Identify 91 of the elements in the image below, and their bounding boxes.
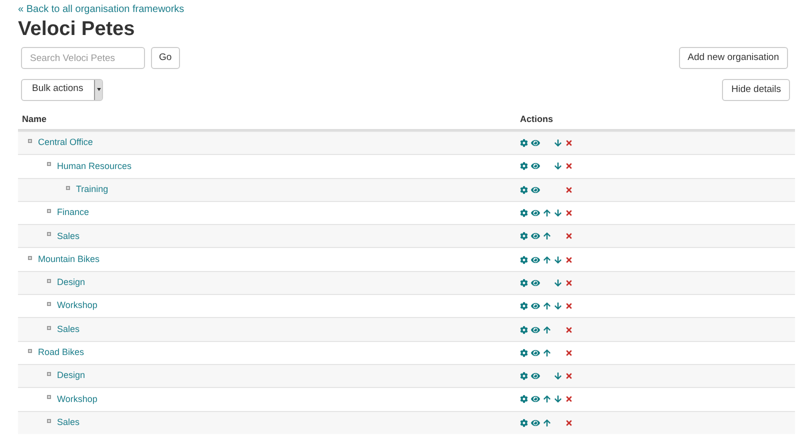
organisation-link[interactable]: Design bbox=[57, 369, 86, 383]
tree-node-icon bbox=[47, 278, 51, 283]
go-button[interactable]: Go bbox=[151, 47, 180, 69]
eye-icon[interactable] bbox=[531, 139, 540, 148]
arrow-up-icon[interactable] bbox=[543, 209, 551, 218]
organisation-link[interactable]: Central Office bbox=[38, 136, 93, 150]
arrow-up-icon[interactable] bbox=[543, 418, 551, 427]
organisation-link[interactable]: Human Resources bbox=[57, 160, 132, 174]
arrow-down-icon[interactable] bbox=[554, 278, 562, 287]
back-link[interactable]: « Back to all organisation frameworks bbox=[18, 3, 786, 17]
organisation-link[interactable]: Road Bikes bbox=[38, 346, 84, 360]
arrow-up-icon[interactable] bbox=[543, 302, 551, 310]
eye-icon[interactable] bbox=[531, 162, 540, 170]
settings-icon[interactable] bbox=[520, 278, 528, 287]
column-header: Name bbox=[21, 112, 48, 126]
delete-icon[interactable] bbox=[565, 372, 573, 380]
settings-icon[interactable] bbox=[520, 302, 528, 310]
organisation-link[interactable]: Sales bbox=[57, 416, 80, 430]
settings-icon[interactable] bbox=[520, 372, 528, 380]
arrow-down-icon[interactable] bbox=[554, 372, 562, 380]
organisation-link[interactable]: Workshop bbox=[57, 299, 98, 313]
arrow-up-icon[interactable] bbox=[543, 256, 551, 264]
arrow-down-icon[interactable] bbox=[554, 256, 562, 264]
organisation-link[interactable]: Sales bbox=[57, 322, 80, 336]
delete-icon[interactable] bbox=[565, 278, 573, 287]
tree-node-icon bbox=[28, 256, 32, 260]
organisation-link[interactable]: Training bbox=[76, 182, 108, 196]
settings-icon[interactable] bbox=[520, 395, 528, 404]
delete-icon[interactable] bbox=[565, 162, 573, 170]
settings-icon[interactable] bbox=[520, 209, 528, 218]
arrow-down-icon[interactable] bbox=[554, 395, 562, 404]
arrow-up-icon[interactable] bbox=[543, 232, 551, 240]
eye-icon[interactable] bbox=[531, 302, 540, 310]
settings-icon[interactable] bbox=[520, 326, 528, 334]
eye-icon[interactable] bbox=[531, 186, 540, 194]
delete-icon[interactable] bbox=[565, 395, 573, 404]
settings-icon[interactable] bbox=[520, 186, 528, 194]
eye-icon[interactable] bbox=[531, 232, 540, 240]
organisation-link[interactable]: Finance bbox=[57, 206, 90, 220]
delete-icon[interactable] bbox=[565, 209, 573, 218]
eye-icon[interactable] bbox=[531, 395, 540, 404]
organisation-link[interactable]: Mountain Bikes bbox=[38, 252, 100, 266]
settings-icon[interactable] bbox=[520, 256, 528, 264]
tree-node-icon bbox=[28, 139, 32, 144]
hide-details-button[interactable]: Hide details bbox=[722, 79, 790, 101]
arrow-down-icon[interactable] bbox=[554, 162, 562, 170]
organisation-link[interactable]: Sales bbox=[57, 230, 80, 244]
tree-node-icon bbox=[47, 232, 51, 236]
add-organisation-button[interactable]: Add new organisation bbox=[678, 47, 788, 69]
arrow-up-icon[interactable] bbox=[543, 326, 551, 334]
tree-node-icon bbox=[66, 186, 70, 190]
bulk-actions-dropdown[interactable]: Bulk actions bbox=[21, 78, 103, 100]
arrow-down-icon[interactable] bbox=[554, 302, 562, 310]
caret-icon bbox=[94, 80, 102, 100]
delete-icon[interactable] bbox=[565, 302, 573, 310]
settings-icon[interactable] bbox=[520, 348, 528, 357]
delete-icon[interactable] bbox=[565, 139, 573, 148]
arrow-up-icon[interactable] bbox=[543, 348, 551, 357]
eye-icon[interactable] bbox=[531, 418, 540, 427]
delete-icon[interactable] bbox=[565, 348, 573, 357]
tree-node-icon bbox=[28, 348, 32, 353]
settings-icon[interactable] bbox=[520, 139, 528, 148]
eye-icon[interactable] bbox=[531, 372, 540, 380]
delete-icon[interactable] bbox=[565, 186, 573, 194]
tree-node-icon bbox=[47, 162, 51, 166]
tree-node-icon bbox=[47, 326, 51, 330]
arrow-down-icon[interactable] bbox=[554, 139, 562, 148]
eye-icon[interactable] bbox=[531, 326, 540, 334]
delete-icon[interactable] bbox=[565, 256, 573, 264]
arrow-up-icon[interactable] bbox=[543, 395, 551, 404]
eye-icon[interactable] bbox=[531, 348, 540, 357]
eye-icon[interactable] bbox=[531, 209, 540, 218]
search-field[interactable]: Search Veloci Petes bbox=[21, 47, 145, 69]
tree-node-icon bbox=[47, 209, 51, 214]
organisation-link[interactable]: Workshop bbox=[57, 392, 98, 406]
eye-icon[interactable] bbox=[531, 256, 540, 264]
tree-node-icon bbox=[47, 372, 51, 376]
column-header: Actions bbox=[520, 112, 554, 126]
eye-icon[interactable] bbox=[531, 278, 540, 287]
delete-icon[interactable] bbox=[565, 418, 573, 427]
settings-icon[interactable] bbox=[520, 232, 528, 240]
settings-icon[interactable] bbox=[520, 162, 528, 170]
page-title: Veloci Petes bbox=[18, 17, 136, 41]
organisation-link[interactable]: Design bbox=[57, 276, 86, 290]
delete-icon[interactable] bbox=[565, 326, 573, 334]
settings-icon[interactable] bbox=[520, 418, 528, 427]
tree-node-icon bbox=[47, 302, 51, 306]
tree-node-icon bbox=[47, 418, 51, 423]
delete-icon[interactable] bbox=[565, 232, 573, 240]
arrow-down-icon[interactable] bbox=[554, 209, 562, 218]
tree-node-icon bbox=[47, 395, 51, 400]
